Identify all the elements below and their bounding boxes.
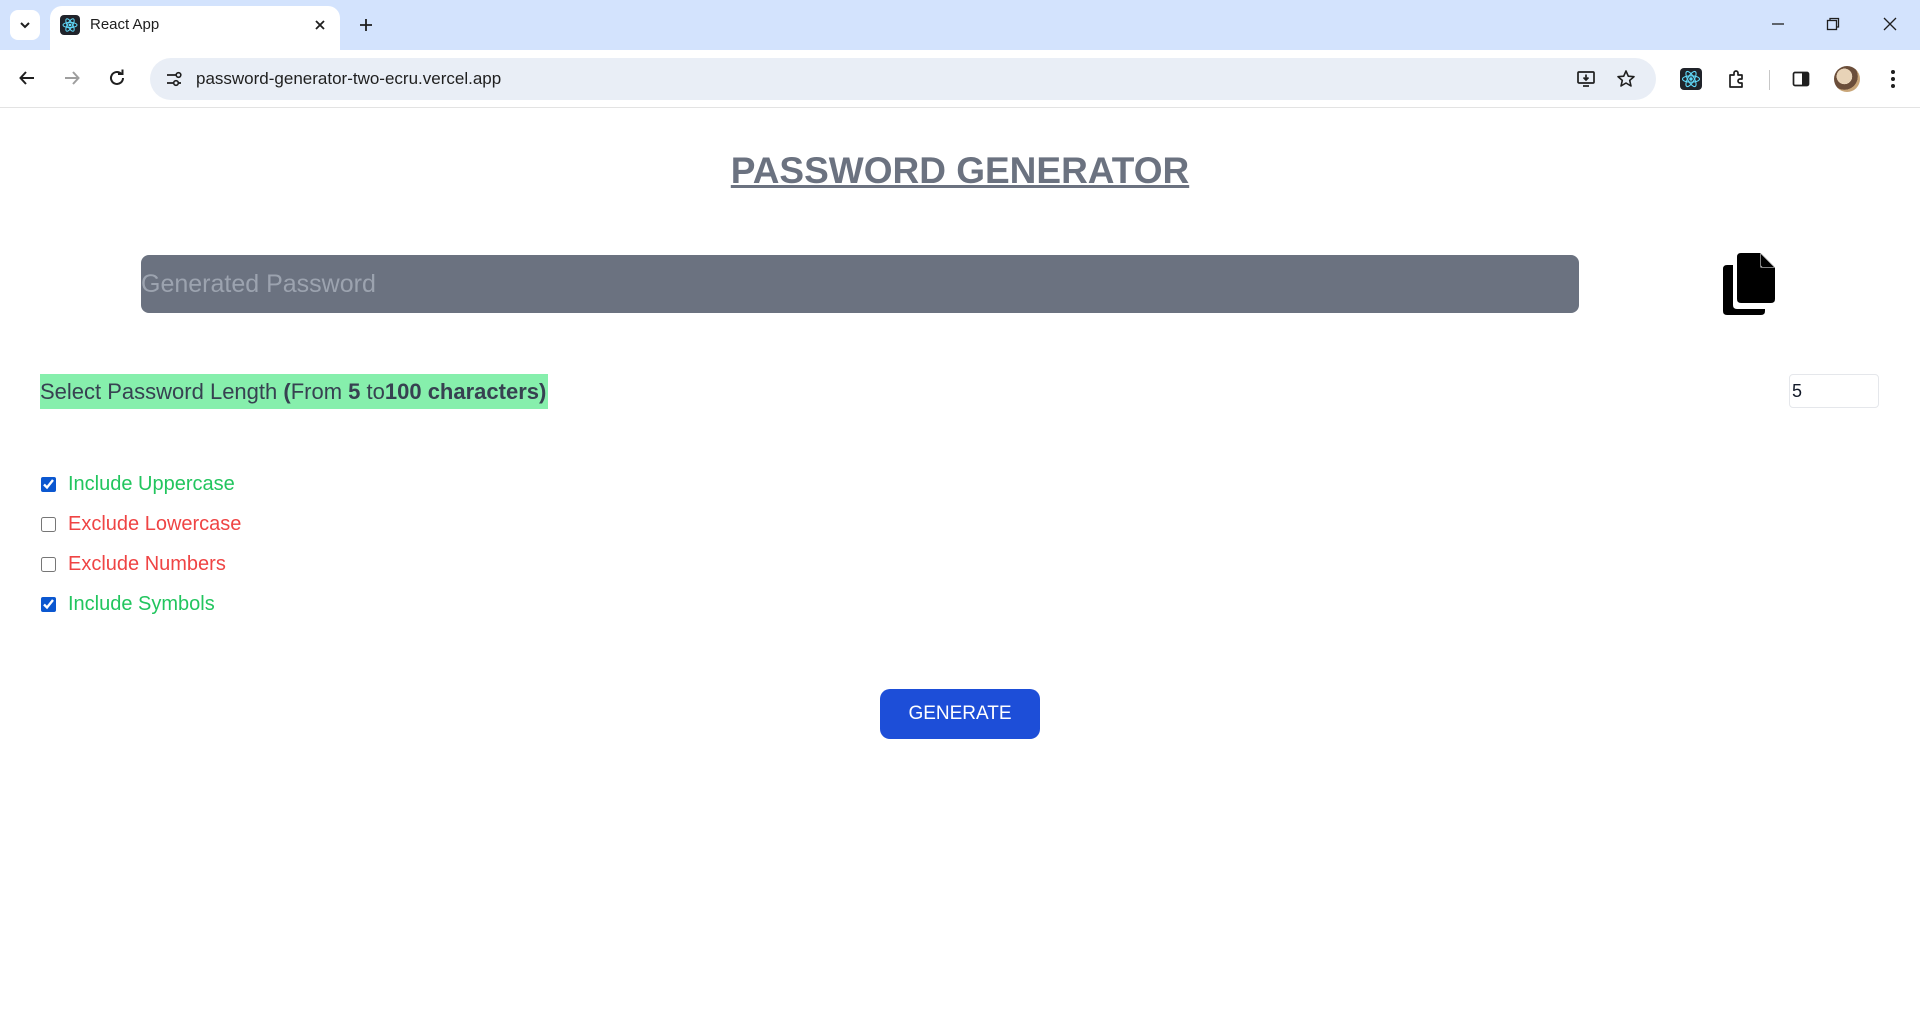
close-tab-button[interactable] [308,13,332,37]
include-uppercase-label[interactable]: Include Uppercase [68,473,235,496]
page-title: PASSWORD GENERATOR [730,150,1190,191]
include-uppercase-checkbox[interactable] [41,476,56,492]
avatar [1834,66,1860,92]
exclude-numbers-label[interactable]: Exclude Numbers [68,553,226,576]
copy-password-button[interactable] [1722,252,1778,316]
length-label-prefix: Select Password Length [40,379,284,404]
install-icon [1577,71,1595,87]
option-include-symbols[interactable]: Include Symbols [40,589,215,619]
star-icon [1617,70,1635,87]
option-exclude-numbers[interactable]: Exclude Numbers [40,549,226,579]
toolbar-divider [1769,70,1770,90]
site-info-icon [167,71,182,87]
side-panel-icon [1792,71,1810,87]
length-label-from: From [290,379,349,404]
length-label-max: 100 characters [384,379,539,404]
forward-button[interactable] [54,60,90,96]
password-length-input[interactable] [1789,374,1879,408]
browser-menu-button[interactable] [1876,62,1910,96]
forward-icon [65,71,80,85]
side-panel-button[interactable] [1784,62,1818,96]
reload-button[interactable] [99,60,135,96]
exclude-lowercase-checkbox[interactable] [41,516,56,532]
close-window-button[interactable] [1868,5,1912,43]
exclude-lowercase-label[interactable]: Exclude Lowercase [68,513,241,536]
include-symbols-label[interactable]: Include Symbols [68,593,215,616]
copy-icon [1723,253,1775,315]
menu-icon [1891,70,1895,88]
restore-icon [1826,17,1840,31]
exclude-numbers-checkbox[interactable] [41,556,56,572]
restore-button[interactable] [1811,5,1855,43]
include-symbols-checkbox[interactable] [41,596,56,612]
react-logo-icon [60,15,80,35]
profile-button[interactable] [1830,62,1864,96]
generate-button[interactable]: GENERATE [880,689,1040,739]
password-length-label: Select Password Length (From 5 to100 cha… [40,374,549,409]
reload-icon [110,69,124,85]
generated-password-field[interactable] [141,255,1579,313]
length-label-to: to [360,379,385,404]
tab-search-button[interactable] [10,10,40,40]
close-icon [1883,17,1897,31]
close-icon [315,20,325,30]
tab-title: React App [90,16,160,33]
length-label-close: ) [539,379,547,404]
minimize-icon [1772,23,1784,25]
option-include-uppercase[interactable]: Include Uppercase [40,469,235,499]
react-logo-icon [1680,68,1702,90]
install-app-button[interactable] [1572,65,1600,93]
browser-toolbar: password-generator-two-ecru.vercel.app [0,50,1920,108]
option-exclude-lowercase[interactable]: Exclude Lowercase [40,509,241,539]
length-label-open: ( [283,379,291,404]
new-tab-button[interactable] [352,11,380,39]
minimize-button[interactable] [1756,5,1800,43]
react-devtools-extension[interactable] [1674,62,1708,96]
address-bar[interactable]: password-generator-two-ecru.vercel.app [150,58,1656,100]
back-icon [19,71,34,85]
extensions-icon [1729,70,1743,88]
back-button[interactable] [9,60,45,96]
bookmark-button[interactable] [1612,65,1640,93]
site-info-button[interactable] [160,65,188,93]
tab-strip: React App [0,0,1920,50]
chevron-down-icon [20,22,30,29]
plus-icon [360,19,372,31]
length-label-min: 5 [348,379,361,404]
url-text[interactable]: password-generator-two-ecru.vercel.app [196,69,501,89]
extensions-button[interactable] [1719,62,1753,96]
